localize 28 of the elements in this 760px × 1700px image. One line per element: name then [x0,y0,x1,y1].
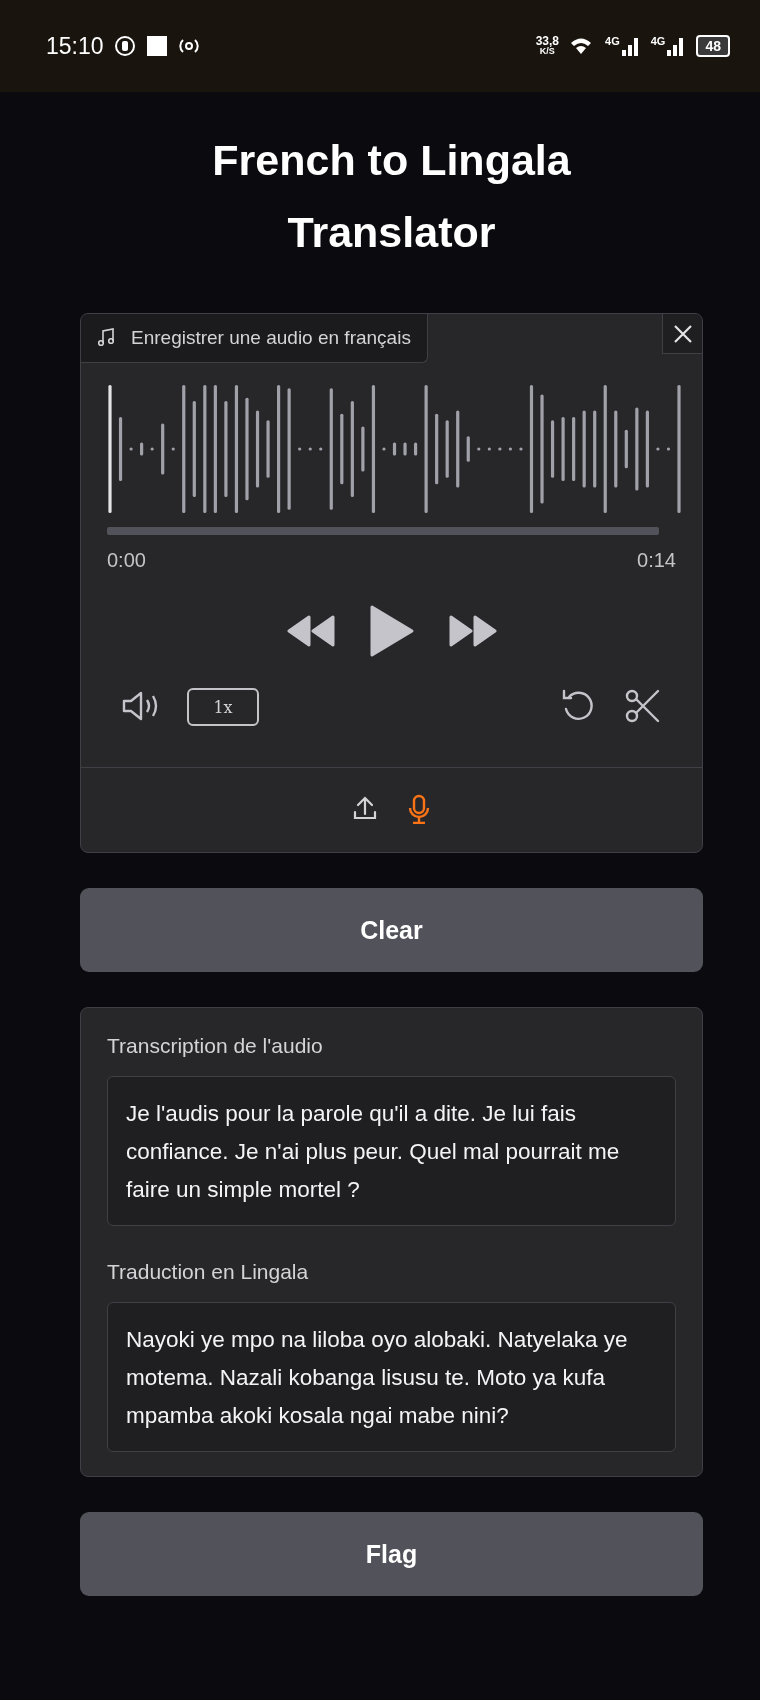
field-label: Transcription de l'audio [107,1034,324,1058]
music-note-icon [97,328,117,348]
network-type: 4G [605,35,620,47]
play-icon [368,604,415,658]
network-speed: 33,8 [535,36,560,46]
signal-icon [620,35,641,57]
clear-button[interactable]: Clear [80,888,703,972]
output-textbox[interactable]: Nayoki ye mpo na liloba oyo alobaki. Natyelaka ye motema. Nazali kobanga lisusu te. Moto ya kufa mpamba akoki kosala ngai mabe nini? [107,1302,676,1452]
output-textbox[interactable]: Je l'audis pour la parole qu'il a dite. Je lui fais confiance. Je n'ai plus peur. Quel mal pourrait me faire un simple mortel ? [107,1076,676,1226]
battery-level: 48 [696,35,730,57]
close-button[interactable] [662,314,702,354]
current-time: 0:00 [107,549,146,572]
status-time: 15:10 [46,32,104,60]
hotspot-icon [177,38,200,54]
notification-icon [113,35,136,57]
duration: 0:14 [637,549,676,572]
network-speed-unit: K/S [539,46,555,56]
input-label: Enregistrer une audio en français [81,314,428,363]
progress-track[interactable] [107,527,659,535]
field-label: Traduction en Lingala [107,1260,310,1284]
square-icon [145,35,168,57]
flag-button[interactable]: Flag [80,1512,703,1596]
rewind-icon [286,615,335,647]
playback-speed-button[interactable]: 1x [187,688,259,726]
page-title: French to Lingala Translator [211,135,572,258]
fast-forward-icon [448,615,497,647]
close-icon [671,322,694,345]
network-type: 4G [650,35,666,47]
